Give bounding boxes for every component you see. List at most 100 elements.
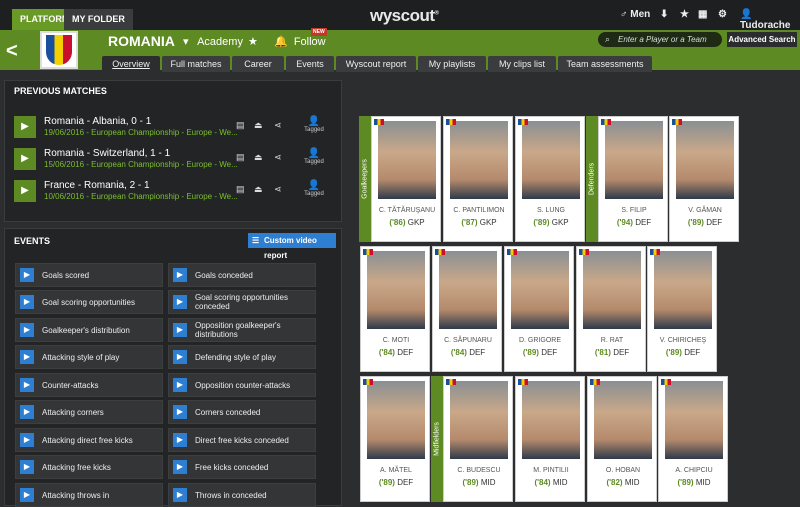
event-item[interactable]: ▶ Free kicks conceded xyxy=(168,455,316,479)
share-icon[interactable]: ⋖ xyxy=(274,120,282,131)
video-clip-icon: ▶ xyxy=(20,350,34,364)
player-card[interactable]: C. PANTILIMON ('87) GKP xyxy=(443,116,513,242)
player-photo xyxy=(594,381,652,459)
star-icon[interactable]: ★ xyxy=(680,9,689,20)
play-icon[interactable]: ▶ xyxy=(14,148,36,170)
player-card[interactable]: C. BUDESCU ('89) MID xyxy=(443,376,513,502)
back-arrow-icon[interactable]: < xyxy=(6,40,18,63)
event-item[interactable]: ▶ Goal scoring opportunities xyxy=(15,290,163,314)
player-year-position: ('89) DEF xyxy=(665,348,701,357)
player-photo xyxy=(676,121,734,199)
player-year-position: ('87) GKP xyxy=(461,218,497,227)
event-item[interactable]: ▶ Attacking free kicks xyxy=(15,455,163,479)
document-icon[interactable]: ▤ xyxy=(236,152,245,163)
event-item[interactable]: ▶ Defending style of play xyxy=(168,345,316,369)
player-card[interactable]: S. LUNG ('89) GKP xyxy=(515,116,585,242)
player-year-position: ('94) DEF xyxy=(616,218,652,227)
export-icon[interactable]: ⏏ xyxy=(254,120,263,131)
player-year-position: ('84) DEF xyxy=(450,348,486,357)
export-icon[interactable]: ⏏ xyxy=(254,184,263,195)
player-card[interactable]: C. MOTI ('84) DEF xyxy=(360,246,430,372)
tab-team-assessments[interactable]: Team assessments xyxy=(558,56,652,72)
video-clip-icon: ▶ xyxy=(173,488,187,502)
player-card[interactable]: A. CHIPCIU ('89) MID xyxy=(658,376,728,502)
tab-my-folder[interactable]: MY FOLDER xyxy=(64,9,133,30)
new-badge: NEW xyxy=(311,28,327,36)
export-icon[interactable]: ⏏ xyxy=(254,152,263,163)
player-card[interactable]: V. GĂMAN ('89) DEF xyxy=(669,116,739,242)
tab-career[interactable]: Career xyxy=(232,56,284,72)
player-card[interactable]: C. SĂPUNARU ('84) DEF xyxy=(432,246,502,372)
player-card[interactable]: S. FILIP ('94) DEF xyxy=(598,116,668,242)
event-item[interactable]: ▶ Attacking corners xyxy=(15,400,163,424)
team-crest xyxy=(40,31,78,69)
play-icon[interactable]: ▶ xyxy=(14,116,36,138)
match-row[interactable]: ▶ Romania - Albania, 0 - 1 19/06/2016 - … xyxy=(14,114,334,140)
gender-selector[interactable]: ♂ Men xyxy=(620,9,650,20)
play-icon[interactable]: ▶ xyxy=(14,180,36,202)
player-name: V. CHIRICHEŞ xyxy=(659,337,707,344)
video-clip-icon: ▶ xyxy=(173,350,187,364)
romania-flag-icon xyxy=(579,249,589,255)
player-photo xyxy=(367,381,425,459)
event-item[interactable]: ▶ Attacking direct free kicks xyxy=(15,428,163,452)
settings-icon[interactable]: ⚙ xyxy=(718,9,727,20)
player-card[interactable]: D. GRIGORE ('89) DEF xyxy=(504,246,574,372)
event-item[interactable]: ▶ Opposition counter-attacks xyxy=(168,373,316,397)
player-year-position: ('81) DEF xyxy=(594,348,630,357)
team-name: ROMANIA xyxy=(108,33,175,49)
document-icon[interactable]: ▤ xyxy=(236,184,245,195)
event-item[interactable]: ▶ Goalkeeper's distribution xyxy=(15,318,163,342)
event-item[interactable]: ▶ Corners conceded xyxy=(168,400,316,424)
share-icon[interactable]: ⋖ xyxy=(274,184,282,195)
custom-video-report-button[interactable]: ☰ Custom video report xyxy=(248,233,336,260)
romania-flag-icon xyxy=(661,379,671,385)
player-name: C. PANTILIMON xyxy=(453,207,505,214)
event-item[interactable]: ▶ Opposition goalkeeper's distributions xyxy=(168,318,316,342)
event-item[interactable]: ▶ Attacking style of play xyxy=(15,345,163,369)
event-item[interactable]: ▶ Goal scoring opportunities conceded xyxy=(168,290,316,314)
download-icon[interactable]: ⬇ xyxy=(660,9,668,20)
player-name: C. BUDESCU xyxy=(457,467,501,474)
match-row[interactable]: ▶ Romania - Switzerland, 1 - 1 15/06/201… xyxy=(14,146,334,172)
player-card[interactable]: A. MĂTEL ('89) DEF xyxy=(360,376,430,502)
player-card[interactable]: M. PINTILII ('84) MID xyxy=(515,376,585,502)
wyscout-logo[interactable]: wyscout® xyxy=(370,6,439,26)
share-icon[interactable]: ⋖ xyxy=(274,152,282,163)
tab-my-playlists[interactable]: My playlists xyxy=(418,56,486,72)
tab-full-matches[interactable]: Full matches xyxy=(162,56,230,72)
event-item[interactable]: ▶ Direct free kicks conceded xyxy=(168,428,316,452)
tab-events[interactable]: Events xyxy=(286,56,334,72)
player-card[interactable]: C. TĂTĂRUŞANU ('86) GKP xyxy=(371,116,441,242)
event-item[interactable]: ▶ Goals conceded xyxy=(168,263,316,287)
follow-button[interactable]: 🔔 Follow xyxy=(274,35,326,48)
tab-overview[interactable]: Overview xyxy=(102,56,160,72)
romania-flag-icon xyxy=(518,119,528,125)
tagged-badge: 👤 Tagged xyxy=(304,180,324,197)
favorite-star-icon[interactable]: ★ xyxy=(248,35,258,48)
event-item[interactable]: ▶ Counter-attacks xyxy=(15,373,163,397)
video-clip-icon: ▶ xyxy=(20,460,34,474)
player-card[interactable]: O. HOBAN ('82) MID xyxy=(587,376,657,502)
event-item[interactable]: ▶ Goals scored xyxy=(15,263,163,287)
document-icon[interactable]: ▤ xyxy=(236,120,245,131)
video-clip-icon: ▶ xyxy=(173,268,187,282)
player-name: C. TĂTĂRUŞANU xyxy=(378,207,436,214)
event-item[interactable]: ▶ Throws in conceded xyxy=(168,483,316,507)
match-row[interactable]: ▶ France - Romania, 2 - 1 10/06/2016 - E… xyxy=(14,178,334,204)
tab-wyscout-report[interactable]: Wyscout report xyxy=(336,56,416,72)
romania-flag-icon xyxy=(507,249,517,255)
academy-dropdown[interactable]: ▾ Academy xyxy=(183,35,243,48)
player-name: A. CHIPCIU xyxy=(675,467,713,474)
event-item[interactable]: ▶ Attacking throws in xyxy=(15,483,163,507)
advanced-search-button[interactable]: Advanced Search xyxy=(727,32,797,47)
player-year-position: ('89) MID xyxy=(677,478,711,487)
tab-my-clips-list[interactable]: My clips list xyxy=(488,56,556,72)
romania-flag-icon xyxy=(518,379,528,385)
player-card[interactable]: V. CHIRICHEŞ ('89) DEF xyxy=(647,246,717,372)
search-input[interactable]: ⌕ Enter a Player or a Team xyxy=(598,32,722,47)
user-menu[interactable]: 👤 Tudorache xyxy=(740,9,800,31)
calendar-icon[interactable]: ▦ xyxy=(698,9,707,20)
video-clip-icon: ▶ xyxy=(173,433,187,447)
player-card[interactable]: R. RAT ('81) DEF xyxy=(576,246,646,372)
